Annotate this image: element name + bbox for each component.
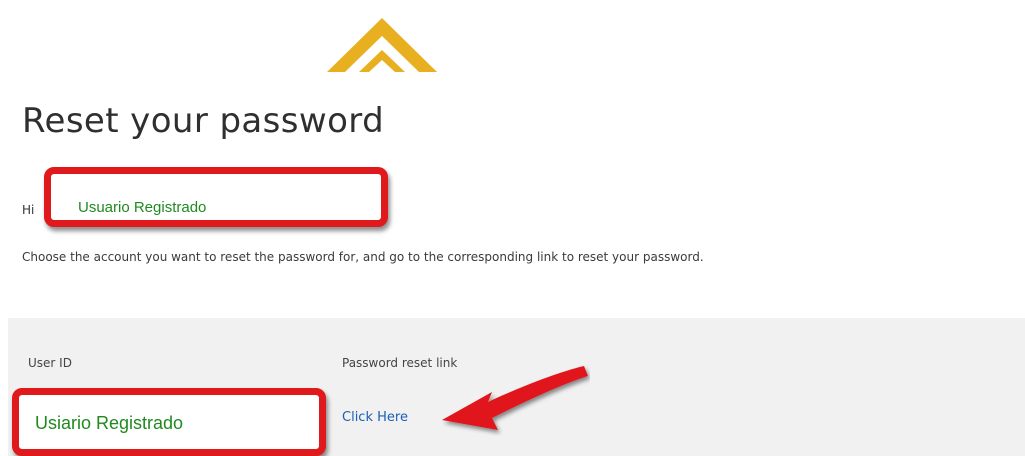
column-header-user-id: User ID (28, 356, 72, 370)
instructions-text: Choose the account you want to reset the… (22, 250, 704, 264)
greeting-label: Hi (22, 203, 35, 217)
red-arrow-icon (442, 366, 588, 430)
page-title: Reset your password (22, 101, 385, 141)
password-reset-link[interactable]: Click Here (342, 410, 408, 425)
table-cell-user-id: Usiario Registrado (35, 413, 184, 433)
greeting-highlight-box (44, 167, 388, 227)
logo-icon (327, 18, 437, 72)
greeting-name: Usuario Registrado (78, 199, 207, 216)
